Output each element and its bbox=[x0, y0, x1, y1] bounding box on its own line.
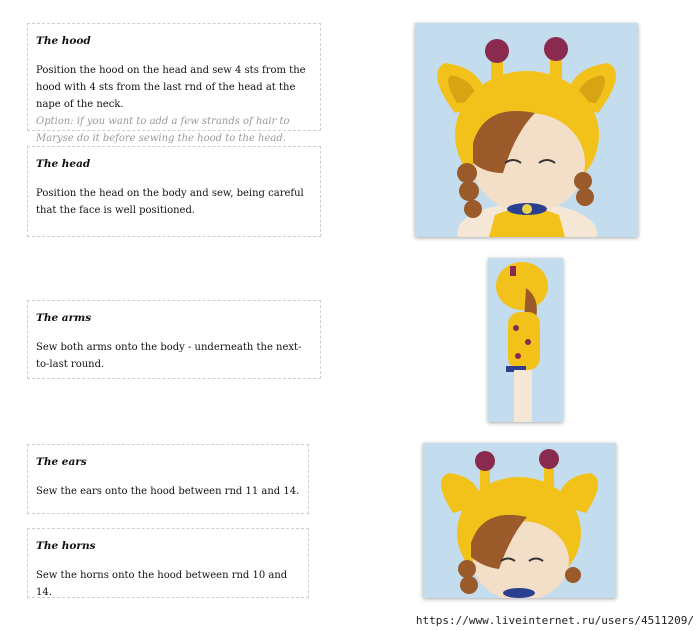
doll-head-photo bbox=[415, 23, 638, 237]
head-text: Position the head on the body and sew, b… bbox=[36, 188, 304, 216]
horns-title: The horns bbox=[36, 540, 96, 552]
ears-card: The ears Sew the ears onto the hood betw… bbox=[27, 444, 309, 514]
doll-side-image bbox=[488, 258, 563, 422]
arms-text: Sew both arms onto the body - underneath… bbox=[36, 342, 302, 370]
head-card: The head Position the head on the body a… bbox=[27, 146, 321, 237]
arms-card: The arms Sew both arms onto the body - u… bbox=[27, 300, 321, 379]
hood-note: Option: if you want to add a few strands… bbox=[36, 116, 290, 144]
doll-side-photo bbox=[488, 258, 563, 422]
head-title: The head bbox=[36, 158, 91, 170]
arms-title: The arms bbox=[36, 312, 92, 324]
source-url-watermark: https://www.liveinternet.ru/users/451120… bbox=[415, 614, 694, 627]
ears-title: The ears bbox=[36, 456, 87, 468]
doll-hood-photo bbox=[423, 443, 616, 598]
ears-text: Sew the ears onto the hood between rnd 1… bbox=[36, 486, 300, 497]
horns-text: Sew the horns onto the hood between rnd … bbox=[36, 570, 288, 598]
hood-card: The hood Position the hood on the head a… bbox=[27, 23, 321, 144]
hood-title: The hood bbox=[36, 35, 91, 47]
doll-hood-image bbox=[423, 443, 616, 598]
doll-head-image bbox=[415, 23, 638, 237]
horns-card: The horns Sew the horns onto the hood be… bbox=[27, 528, 309, 598]
hood-text: Position the hood on the head and sew 4 … bbox=[36, 65, 306, 110]
